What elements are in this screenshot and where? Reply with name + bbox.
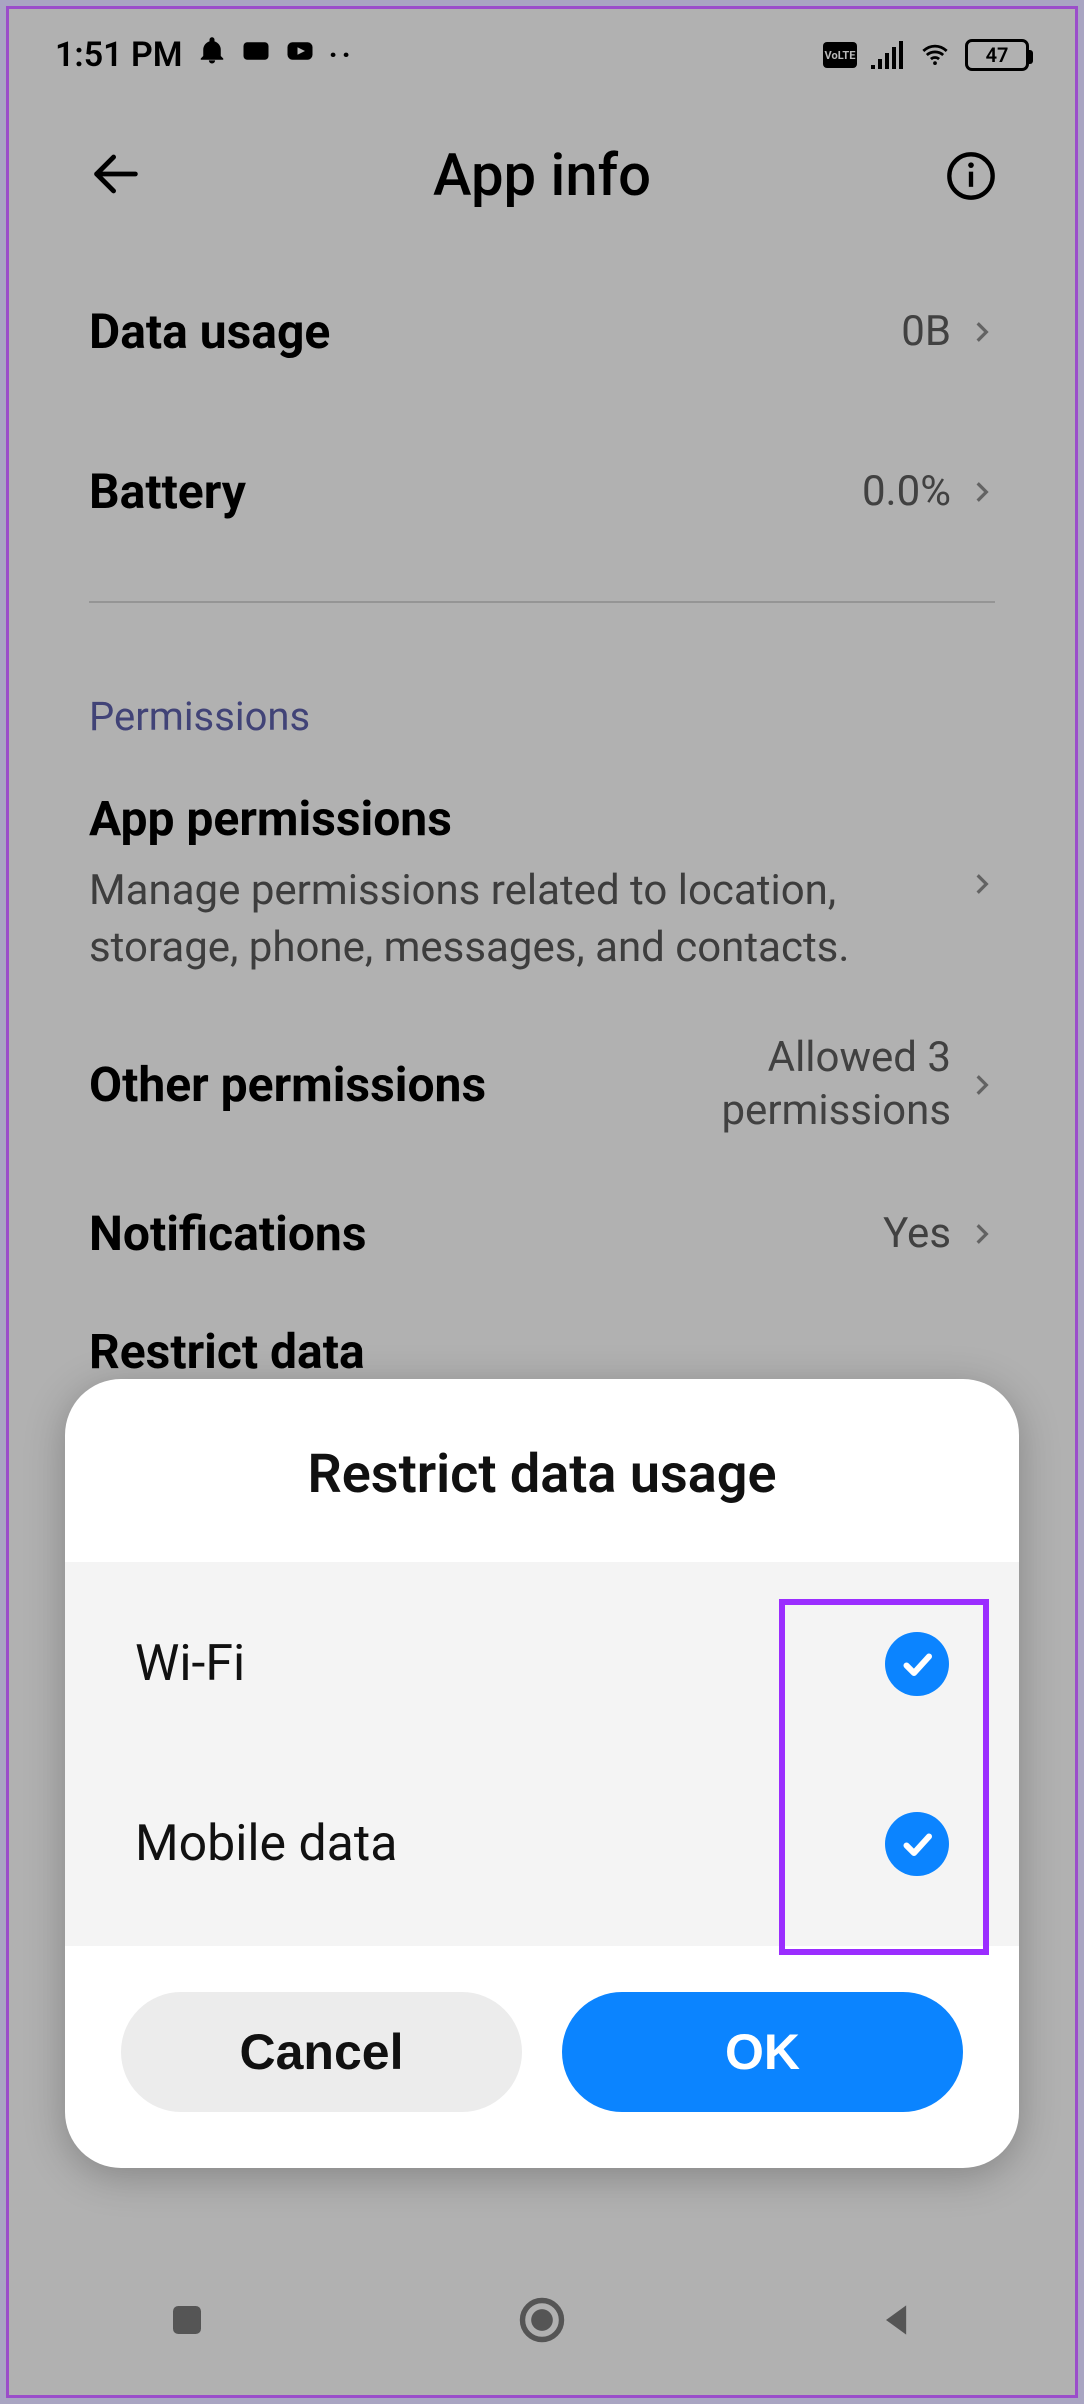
checkbox-mobile-data[interactable] — [885, 1812, 949, 1876]
system-nav-bar — [9, 2245, 1075, 2395]
info-button[interactable] — [937, 150, 997, 202]
row-app-permissions[interactable]: App permissions Manage permissions relat… — [89, 760, 995, 1006]
app-bar: App info — [9, 101, 1075, 251]
dialog-option-mobile-label: Mobile data — [135, 1815, 397, 1873]
signal-icon — [869, 41, 905, 69]
data-usage-value: 0B — [901, 307, 951, 356]
chevron-right-icon — [969, 1209, 995, 1258]
divider — [89, 601, 995, 603]
youtube-icon — [285, 36, 315, 74]
ok-button[interactable]: OK — [562, 1992, 963, 2112]
other-permissions-value: Allowed 3 permissions — [641, 1032, 951, 1137]
section-header-permissions: Permissions — [89, 693, 995, 740]
other-permissions-label: Other permissions — [89, 1055, 611, 1115]
volte-icon: VoLTE — [823, 42, 857, 68]
app-permissions-label: App permissions — [89, 790, 939, 847]
app-permissions-sub: Manage permissions related to location, … — [89, 863, 909, 976]
notification-bell-icon — [197, 36, 227, 74]
restrict-data-label: Restrict data — [89, 1323, 365, 1380]
dialog-restrict-data-usage: Restrict data usage Wi-Fi Mobile data Ca… — [65, 1379, 1019, 2168]
more-notifications-icon: ·· — [329, 38, 355, 73]
chevron-right-icon — [969, 1060, 995, 1109]
app-chip-icon — [241, 36, 271, 74]
notifications-label: Notifications — [89, 1205, 366, 1262]
notifications-value: Yes — [883, 1209, 951, 1258]
chevron-right-icon — [969, 467, 995, 516]
chevron-right-icon — [969, 307, 995, 356]
dialog-option-mobile-data[interactable]: Mobile data — [65, 1754, 1019, 1934]
row-battery[interactable]: Battery 0.0% — [89, 411, 995, 571]
nav-recents-button[interactable] — [152, 2285, 222, 2355]
nav-back-button[interactable] — [862, 2285, 932, 2355]
battery-icon: 47 — [965, 39, 1029, 71]
status-time: 1:51 PM — [55, 35, 183, 75]
back-button[interactable] — [87, 145, 147, 207]
dialog-option-wifi-label: Wi-Fi — [135, 1635, 245, 1693]
status-bar: 1:51 PM ·· VoLTE — [9, 9, 1075, 101]
dialog-option-wifi[interactable]: Wi-Fi — [65, 1574, 1019, 1754]
dialog-title: Restrict data usage — [65, 1379, 1019, 1562]
nav-home-button[interactable] — [507, 2285, 577, 2355]
row-notifications[interactable]: Notifications Yes — [89, 1163, 995, 1303]
chevron-right-icon — [969, 859, 995, 908]
checkbox-wifi[interactable] — [885, 1632, 949, 1696]
data-usage-label: Data usage — [89, 303, 330, 360]
row-other-permissions[interactable]: Other permissions Allowed 3 permissions — [89, 1006, 995, 1163]
wifi-icon — [917, 41, 953, 69]
battery-label: Battery — [89, 463, 246, 520]
page-title: App info — [433, 142, 651, 210]
row-data-usage[interactable]: Data usage 0B — [89, 251, 995, 411]
battery-value: 0.0% — [862, 467, 951, 516]
cancel-button[interactable]: Cancel — [121, 1992, 522, 2112]
